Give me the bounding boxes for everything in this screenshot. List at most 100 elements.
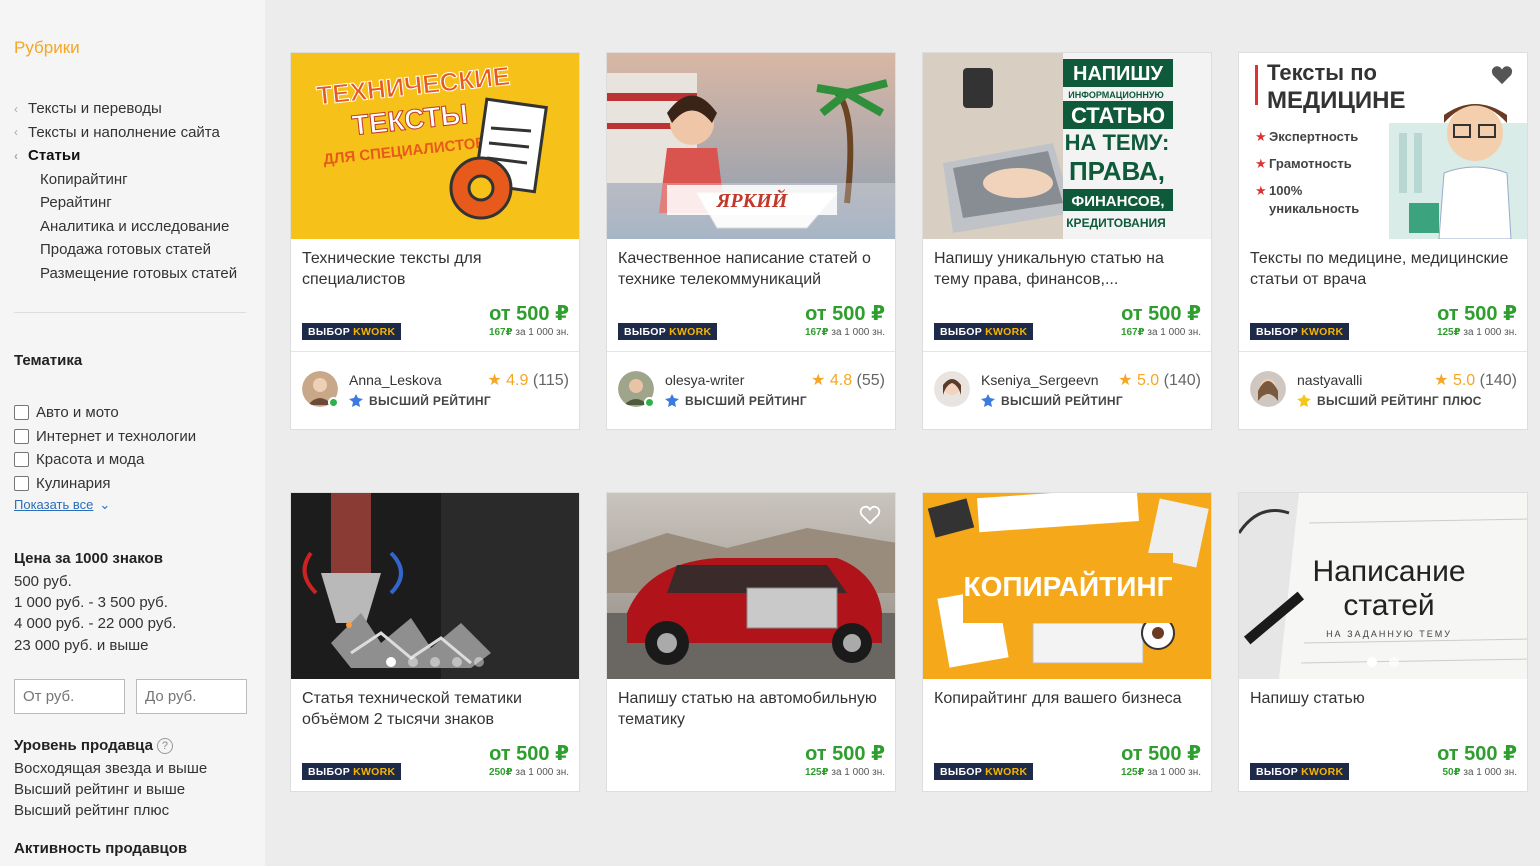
activity-title: Активность продавцов <box>14 840 188 857</box>
carousel-dot[interactable] <box>430 657 440 667</box>
avatar[interactable] <box>1250 371 1286 407</box>
price-option[interactable]: 500 руб. <box>14 571 176 592</box>
card-title[interactable]: Напишу уникальную статью на тему права, … <box>934 248 1200 290</box>
card-image[interactable]: НАПИШУ ИНФОРМАЦИОННУЮ СТАТЬЮ НА ТЕМУ: ПР… <box>923 53 1211 239</box>
card-title[interactable]: Копирайтинг для вашего бизнеса <box>934 688 1200 730</box>
carousel-dot[interactable] <box>386 657 396 667</box>
image-text: МЕДИЦИНЕ <box>1267 87 1405 114</box>
checkbox-label: Авто и мото <box>36 404 119 422</box>
carousel-dot[interactable] <box>452 657 462 667</box>
card-price: от 500 ₽ <box>489 303 569 325</box>
theme-checkbox-internet[interactable]: Интернет и технологии <box>14 425 196 449</box>
card-image-art: ТЕХНИЧЕСКИЕ ТЕКСТЫ ДЛЯ СПЕЦИАЛИСТОВ <box>291 53 579 239</box>
level-option[interactable]: Высший рейтинг плюс <box>14 800 207 821</box>
seller-level-badge: ВЫСШИЙ РЕЙТИНГ ПЛЮС <box>1297 394 1482 408</box>
theme-checkbox-auto[interactable]: Авто и мото <box>14 401 196 425</box>
rubric-texts-translations[interactable]: ‹ Тексты и переводы <box>14 97 254 121</box>
seller-name[interactable]: Anna_Leskova <box>349 372 442 388</box>
price-per-value: 250₽ <box>488 767 513 778</box>
heart-outline-icon[interactable] <box>859 505 881 525</box>
price-option[interactable]: 23 000 руб. и выше <box>14 635 176 656</box>
help-icon[interactable]: ? <box>156 737 173 754</box>
subrubric-copywriting[interactable]: Копирайтинг <box>14 168 254 192</box>
show-all-label: Показать все <box>14 497 94 512</box>
badge-prefix: ВЫБОР <box>940 765 983 778</box>
card-title[interactable]: Качественное написание статей о технике … <box>618 248 884 290</box>
checkbox[interactable] <box>14 475 29 491</box>
card-title[interactable]: Тексты по медицине, медицинские статьи о… <box>1250 248 1516 290</box>
card-body: Напишу статью ВЫБОР KWORK от 500 ₽ 50₽ за… <box>1239 679 1527 791</box>
kwork-card[interactable]: ЯРКИЙ Качественное написание статей о те… <box>606 52 896 430</box>
carousel-dot[interactable] <box>1389 657 1399 667</box>
checkbox[interactable] <box>14 405 29 421</box>
badge-brand: KWORK <box>985 765 1028 778</box>
rating-badge-icon <box>981 394 995 407</box>
carousel-dots <box>1239 657 1527 667</box>
card-image[interactable] <box>607 493 895 679</box>
card-image[interactable]: Тексты по МЕДИЦИНЕ ★ Экспертность ★ Грам… <box>1239 53 1527 239</box>
carousel-dot[interactable] <box>474 657 484 667</box>
rating-count: (140) <box>1163 372 1201 389</box>
rubric-articles[interactable]: ‹ Статьи <box>14 144 254 168</box>
kwork-card[interactable]: Тексты по МЕДИЦИНЕ ★ Экспертность ★ Грам… <box>1238 52 1528 430</box>
show-all-link[interactable]: Показать все ⌄ <box>14 497 110 513</box>
card-image[interactable]: ТЕХНИЧЕСКИЕ ТЕКСТЫ ДЛЯ СПЕЦИАЛИСТОВ <box>291 53 579 239</box>
sidebar: Рубрики ‹ Тексты и переводы ‹ Тексты и н… <box>0 0 265 866</box>
kwork-card[interactable]: Статья технической тематики объёмом 2 ты… <box>290 492 580 792</box>
kwork-card[interactable]: НАПИШУ ИНФОРМАЦИОННУЮ СТАТЬЮ НА ТЕМУ: ПР… <box>922 52 1212 430</box>
price-per-text: за 1 000 зн. <box>1463 327 1517 338</box>
badge-brand: KWORK <box>1301 765 1344 778</box>
price-per-1000: 167₽ за 1 000 зн. <box>1121 327 1201 338</box>
card-image[interactable]: КОПИРАЙТИНГ <box>923 493 1211 679</box>
checkbox[interactable] <box>14 452 29 468</box>
image-text: Грамотность <box>1269 156 1352 171</box>
kwork-card[interactable]: КОПИРАЙТИНГ Копирайтинг для вашего бизне… <box>922 492 1212 792</box>
kwork-card[interactable]: Напишу статью на автомобильную тематику … <box>606 492 896 792</box>
image-text: КОПИРАЙТИНГ <box>963 570 1172 602</box>
carousel-dot[interactable] <box>1367 657 1377 667</box>
bullet-star-icon: ★ <box>1255 156 1267 171</box>
kwork-card[interactable]: ТЕХНИЧЕСКИЕ ТЕКСТЫ ДЛЯ СПЕЦИАЛИСТОВ Техн… <box>290 52 580 430</box>
kwork-card[interactable]: Написание статей НА ЗАДАННУЮ ТЕМУ Напишу… <box>1238 492 1528 792</box>
card-title[interactable]: Технические тексты для специалистов <box>302 248 568 290</box>
price-option[interactable]: 4 000 руб. - 22 000 руб. <box>14 613 176 634</box>
level-option[interactable]: Восходящая звезда и выше <box>14 758 207 779</box>
badge-prefix: ВЫБОР <box>308 765 351 778</box>
badge-prefix: ВЫБОР <box>1256 765 1299 778</box>
card-price: от 500 ₽ <box>489 743 569 765</box>
card-image-art <box>607 493 895 679</box>
star-icon: ★ <box>1434 372 1449 389</box>
price-per-text: за 1 000 зн. <box>515 767 569 778</box>
card-image[interactable]: ЯРКИЙ <box>607 53 895 239</box>
heart-icon[interactable] <box>1491 65 1513 85</box>
seller-name[interactable]: Kseniya_Sergeevn <box>981 372 1099 388</box>
image-text: Тексты по <box>1267 60 1377 85</box>
price-to-input[interactable] <box>136 679 247 714</box>
seller-name[interactable]: olesya-writer <box>665 372 744 388</box>
price-option[interactable]: 1 000 руб. - 3 500 руб. <box>14 592 176 613</box>
seller-rating: ★ 4.9 (115) <box>487 370 569 390</box>
chevron-down-icon: ⌄ <box>99 497 111 512</box>
card-title[interactable]: Напишу статью на автомобильную тематику <box>618 688 884 730</box>
card-title[interactable]: Напишу статью <box>1250 688 1516 730</box>
avatar[interactable] <box>934 371 970 407</box>
rubric-label: Тексты и переводы <box>28 100 162 118</box>
card-image[interactable]: Написание статей НА ЗАДАННУЮ ТЕМУ <box>1239 493 1527 679</box>
rubric-texts-site[interactable]: ‹ Тексты и наполнение сайта <box>14 121 254 145</box>
checkbox-label: Красота и мода <box>36 451 145 469</box>
price-from-input[interactable] <box>14 679 125 714</box>
theme-checkbox-cooking[interactable]: Кулинария <box>14 472 196 496</box>
subrubric-rewriting[interactable]: Рерайтинг <box>14 191 254 215</box>
theme-title: Тематика <box>14 352 83 369</box>
level-option[interactable]: Высший рейтинг и выше <box>14 779 207 800</box>
subrubric-analytics[interactable]: Аналитика и исследование <box>14 215 254 239</box>
seller-name[interactable]: nastyavalli <box>1297 372 1362 388</box>
carousel-dot[interactable] <box>408 657 418 667</box>
card-image[interactable] <box>291 493 579 679</box>
image-text: Написание <box>1312 555 1465 588</box>
checkbox[interactable] <box>14 428 29 444</box>
theme-checkbox-beauty[interactable]: Красота и мода <box>14 448 196 472</box>
subrubric-sale[interactable]: Продажа готовых статей <box>14 238 254 262</box>
card-title[interactable]: Статья технической тематики объёмом 2 ты… <box>302 688 568 730</box>
subrubric-placement[interactable]: Размещение готовых статей <box>14 262 254 286</box>
